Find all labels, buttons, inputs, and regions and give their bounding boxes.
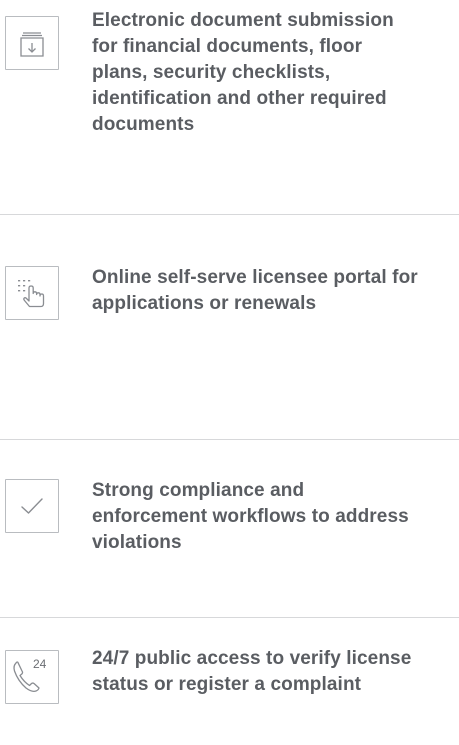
feature-text: Online self-serve licensee portal for ap… xyxy=(92,267,418,314)
feature-text: Electronic document submission for finan… xyxy=(92,10,394,135)
phone-24-icon: 24 xyxy=(5,650,59,704)
divider xyxy=(0,439,459,440)
feature-text: Strong compliance and enforcement workfl… xyxy=(92,480,409,553)
divider xyxy=(0,617,459,618)
divider xyxy=(0,214,459,215)
checkmark-icon xyxy=(5,479,59,533)
feature-text: 24/7 public access to verify license sta… xyxy=(92,648,412,695)
document-download-icon xyxy=(5,16,59,70)
feature-list: Electronic document submission for finan… xyxy=(0,0,459,745)
icon-24-label: 24 xyxy=(33,657,47,671)
touch-grid-icon xyxy=(5,266,59,320)
